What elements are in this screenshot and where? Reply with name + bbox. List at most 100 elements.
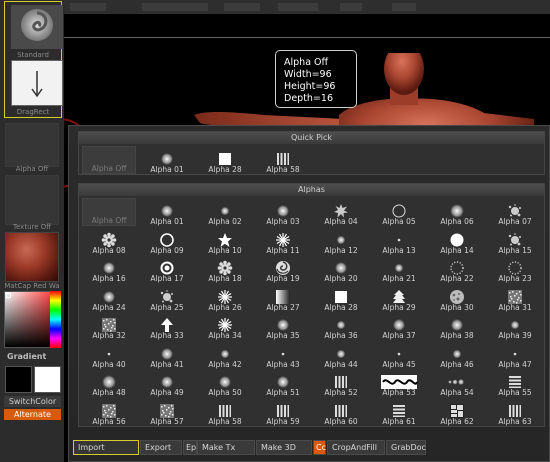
hue-strip[interactable] <box>50 291 61 348</box>
dragrect-stroke-label: DragRect <box>16 108 50 116</box>
alpha-cell[interactable]: Alpha 28 <box>314 284 368 312</box>
alpha-cell[interactable]: Alpha 08 <box>82 227 136 255</box>
alpha-cell[interactable]: Alpha 28 <box>198 146 252 174</box>
alpha-cell[interactable]: Alpha 21 <box>372 255 426 283</box>
alpha-cell[interactable]: Alpha 27 <box>256 284 310 312</box>
import-button[interactable]: Import <box>73 440 139 455</box>
alternate-toggle[interactable]: Alternate <box>4 409 61 420</box>
alpha-cell-label: Alpha 04 <box>324 217 358 226</box>
material-slot-button[interactable] <box>5 232 59 282</box>
top-toolbar-tab[interactable] <box>70 3 106 11</box>
top-toolbar-tab[interactable] <box>340 3 362 11</box>
gradient-label[interactable]: Gradient <box>7 352 46 361</box>
alpha-cell-label: Alpha 43 <box>266 359 300 369</box>
alpha-cell[interactable]: Alpha 02 <box>198 198 252 226</box>
grab-doc-button[interactable]: GrabDoc <box>386 440 426 455</box>
secondary-color-swatch[interactable] <box>34 366 61 393</box>
alpha-cell[interactable]: Alpha 20 <box>314 255 368 283</box>
alpha-cell[interactable]: Alpha 06 <box>430 198 484 226</box>
ep-button[interactable]: Ep <box>183 440 197 455</box>
alpha-cell[interactable]: Alpha 49 <box>140 369 194 397</box>
alpha-cell[interactable]: Alpha 01 <box>140 198 194 226</box>
alpha-cell[interactable]: Alpha 12 <box>314 227 368 255</box>
color-picker-cursor[interactable] <box>6 293 11 298</box>
alpha-cell[interactable]: Alpha 52 <box>314 369 368 397</box>
alpha-cell[interactable]: Alpha 48 <box>82 369 136 397</box>
alpha-cell[interactable]: Alpha 04 <box>314 198 368 226</box>
alpha-cell[interactable]: Alpha 25 <box>140 284 194 312</box>
alpha-cell[interactable]: Alpha 03 <box>256 198 310 226</box>
alpha-cell[interactable]: Alpha 05 <box>372 198 426 226</box>
alpha-cell[interactable]: Alpha 36 <box>314 312 368 340</box>
alpha-cell[interactable]: Alpha 33 <box>140 312 194 340</box>
alpha-cell[interactable]: Alpha 29 <box>372 284 426 312</box>
alpha-cell[interactable]: Alpha 51 <box>256 369 310 397</box>
switch-color-button[interactable]: SwitchColor <box>4 396 61 407</box>
alpha-cell[interactable]: Alpha 13 <box>372 227 426 255</box>
alpha-cell[interactable]: Alpha 35 <box>256 312 310 340</box>
alpha-cell[interactable]: Alpha 43 <box>256 341 310 369</box>
alpha-cell[interactable]: Alpha 37 <box>372 312 426 340</box>
alpha-cell[interactable]: Alpha 41 <box>140 341 194 369</box>
alpha-cell[interactable]: Alpha 01 <box>140 146 194 174</box>
alpha-cell[interactable]: Alpha 40 <box>82 341 136 369</box>
alpha-cell[interactable]: Alpha 50 <box>198 369 252 397</box>
alpha-cell[interactable]: Alpha 32 <box>82 312 136 340</box>
dragrect-stroke-button[interactable] <box>11 60 63 106</box>
alpha-cell[interactable]: Alpha 26 <box>198 284 252 312</box>
alpha-cell[interactable]: Alpha 14 <box>430 227 484 255</box>
alpha-cell[interactable]: Alpha 22 <box>430 255 484 283</box>
alpha-cell[interactable]: Alpha 31 <box>488 284 542 312</box>
alpha-cell[interactable]: Alpha 09 <box>140 227 194 255</box>
alpha-cell[interactable]: Alpha 58 <box>198 398 252 426</box>
alpha-cell-label: Alpha 14 <box>440 245 474 255</box>
alpha-cell[interactable]: Alpha 56 <box>82 398 136 426</box>
alpha-cell[interactable]: Alpha 17 <box>140 255 194 283</box>
alpha-cell[interactable]: Alpha 23 <box>488 255 542 283</box>
alpha-cell[interactable]: Alpha Off <box>82 198 136 226</box>
alpha-cell[interactable]: Alpha 11 <box>256 227 310 255</box>
top-toolbar-tab[interactable] <box>142 3 208 11</box>
alpha-cell[interactable]: Alpha 61 <box>372 398 426 426</box>
top-toolbar-tab[interactable] <box>392 3 416 11</box>
alpha-cell[interactable]: Alpha 58 <box>256 146 310 174</box>
top-toolbar-tab[interactable] <box>224 3 260 11</box>
alpha-cell[interactable]: Alpha 47 <box>488 341 542 369</box>
alpha-cell[interactable]: Alpha 30 <box>430 284 484 312</box>
alpha-cell[interactable]: Alpha 55 <box>488 369 542 397</box>
main-color-swatch[interactable] <box>5 366 32 393</box>
alpha-cell[interactable]: Alpha 54 <box>430 369 484 397</box>
alpha-cell[interactable]: Alpha 07 <box>488 198 542 226</box>
alpha-cell[interactable]: Alpha 62 <box>430 398 484 426</box>
alpha-cell[interactable]: Alpha 60 <box>314 398 368 426</box>
alpha-cell[interactable]: Alpha 45 <box>372 341 426 369</box>
alpha-cell[interactable]: Alpha 39 <box>488 312 542 340</box>
alpha-cell[interactable]: Alpha 53 <box>372 369 426 397</box>
alpha-slot-button[interactable] <box>5 123 59 167</box>
alpha-cell[interactable]: Alpha 24 <box>82 284 136 312</box>
alpha-cell[interactable]: Alpha 57 <box>140 398 194 426</box>
make-tx-button[interactable]: Make Tx <box>197 440 255 455</box>
alpha-cell[interactable]: Alpha 38 <box>430 312 484 340</box>
alpha-cell[interactable]: Alpha Off <box>82 146 136 174</box>
alpha-cell[interactable]: Alpha 18 <box>198 255 252 283</box>
crop-and-fill-button[interactable]: CropAndFill <box>327 440 385 455</box>
export-button[interactable]: Export <box>140 440 182 455</box>
alpha-cell[interactable]: Alpha 34 <box>198 312 252 340</box>
texture-slot-button[interactable] <box>5 175 59 225</box>
top-toolbar-tab[interactable] <box>278 3 318 11</box>
make-3d-button[interactable]: Make 3D <box>256 440 312 455</box>
alpha-cell[interactable]: Alpha 42 <box>198 341 252 369</box>
alpha-cell[interactable]: Alpha 10 <box>198 227 252 255</box>
standard-brush-button[interactable] <box>11 5 63 49</box>
alpha-cell[interactable]: Alpha 44 <box>314 341 368 369</box>
alpha-cell[interactable]: Alpha 46 <box>430 341 484 369</box>
cc-toggle[interactable]: Cc <box>313 440 326 455</box>
alpha-cell[interactable]: Alpha 15 <box>488 227 542 255</box>
alpha-cell[interactable]: Alpha 16 <box>82 255 136 283</box>
alpha-cell[interactable]: Alpha 63 <box>488 398 542 426</box>
alpha-cell-label: Alpha 40 <box>92 359 126 369</box>
alpha-cell[interactable]: Alpha 19 <box>256 255 310 283</box>
brush-swirl-icon <box>21 9 53 41</box>
alpha-cell[interactable]: Alpha 59 <box>256 398 310 426</box>
